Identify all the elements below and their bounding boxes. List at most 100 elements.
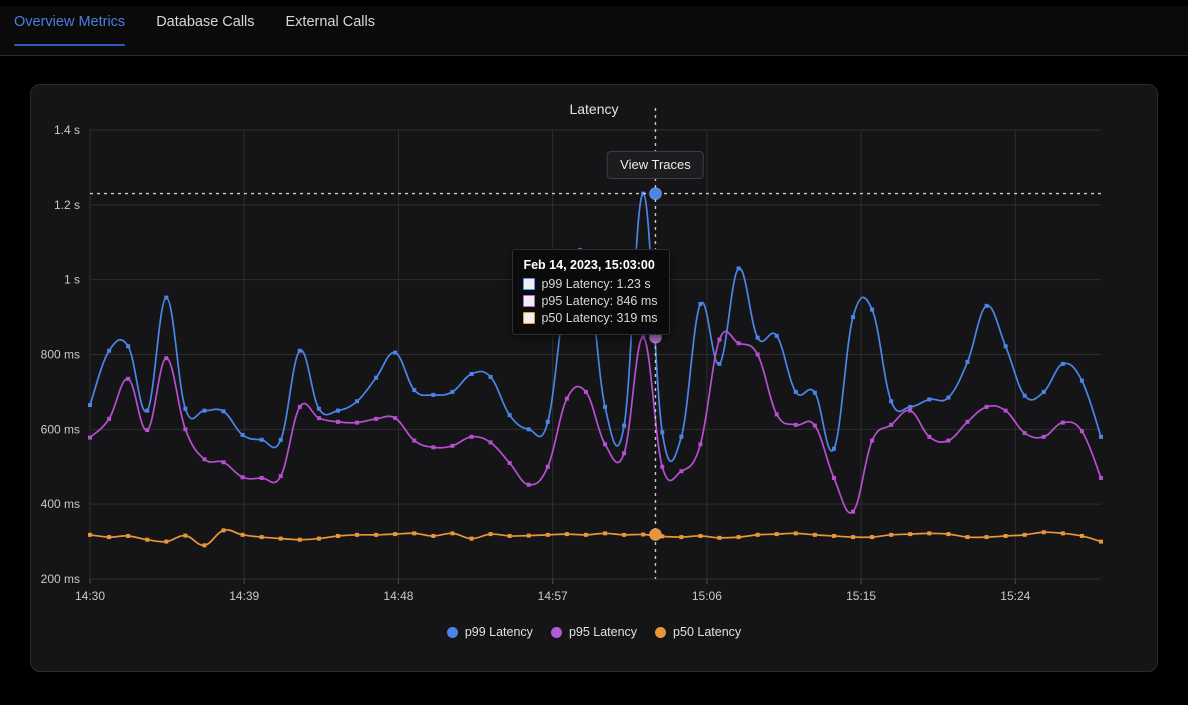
y-axis-tick-label: 600 ms (41, 422, 80, 436)
data-point-marker (412, 531, 417, 536)
legend-color-dot (446, 626, 458, 638)
y-axis-tick-label: 1.2 s (54, 198, 80, 212)
data-point-marker (793, 531, 798, 536)
data-point-marker (851, 315, 856, 320)
data-point-marker (660, 464, 665, 469)
data-point-marker (107, 416, 112, 421)
data-point-marker (259, 437, 264, 442)
latency-line-chart[interactable]: 200 ms 400 ms 600 ms 800 ms 1 s 1.2 s 1.4 s 14:… (31, 85, 1159, 673)
data-point-marker (583, 532, 588, 537)
data-point-marker (374, 416, 379, 421)
data-point-marker (717, 361, 722, 366)
data-point-marker (927, 434, 932, 439)
data-point-marker (965, 535, 970, 540)
data-point-marker (622, 532, 627, 537)
data-point-marker (679, 469, 684, 474)
data-point-marker (1060, 420, 1065, 425)
data-point-marker (107, 348, 112, 353)
data-point-marker (831, 533, 836, 538)
data-point-marker (145, 428, 150, 433)
data-point-marker (736, 266, 741, 271)
highlighted-point-p99[interactable] (648, 187, 662, 201)
data-point-marker (355, 420, 360, 425)
data-point-marker (1041, 434, 1046, 439)
data-point-marker (755, 335, 760, 340)
data-point-marker (908, 404, 913, 409)
legend-color-dot (655, 626, 667, 638)
tab-database-calls[interactable]: Database Calls (156, 6, 254, 46)
legend-item-label: p50 Latency (673, 625, 742, 639)
series-p50 (88, 528, 1103, 548)
legend-item-p95[interactable]: p95 Latency (550, 625, 637, 639)
data-point-marker (698, 301, 703, 306)
data-point-marker (946, 395, 951, 400)
data-point-marker (164, 295, 169, 300)
data-point-marker (908, 532, 913, 537)
data-point-marker (221, 528, 226, 533)
data-point-marker (1079, 533, 1084, 538)
view-traces-button[interactable]: View Traces (607, 150, 704, 179)
data-point-marker (564, 532, 569, 537)
data-point-marker (946, 532, 951, 537)
highlighted-point-p95[interactable] (648, 330, 662, 344)
app-root: Overview Metrics Database Calls External C… (0, 0, 1188, 705)
data-point-marker (431, 445, 436, 450)
data-point-marker (965, 419, 970, 424)
data-point-marker (1099, 434, 1103, 439)
tab-external-calls[interactable]: External Calls (286, 6, 375, 46)
data-point-marker (603, 404, 608, 409)
data-point-marker (316, 406, 321, 411)
data-point-marker (1041, 389, 1046, 394)
x-axis-tick-label: 14:39 (229, 589, 259, 603)
data-point-marker (183, 533, 188, 538)
data-point-marker (145, 537, 150, 542)
series-p99 (88, 191, 1103, 462)
data-point-marker (526, 482, 531, 487)
data-point-marker (583, 256, 588, 261)
data-point-marker (736, 341, 741, 346)
data-point-marker (1003, 344, 1008, 349)
data-point-marker (1003, 533, 1008, 538)
y-axis-tick-label: 1.4 s (54, 123, 80, 137)
data-point-marker (297, 404, 302, 409)
data-point-marker (927, 531, 932, 536)
data-point-marker (812, 532, 817, 537)
data-point-marker (240, 475, 245, 480)
data-point-marker (1060, 531, 1065, 536)
data-point-marker (393, 532, 398, 537)
data-point-marker (545, 419, 550, 424)
data-point-marker (431, 533, 436, 538)
data-point-marker (507, 413, 512, 418)
data-point-marker (431, 392, 436, 397)
x-axis-tick-label: 14:30 (75, 589, 105, 603)
data-point-marker (374, 532, 379, 537)
data-point-marker (278, 536, 283, 541)
data-point-marker (831, 446, 836, 451)
data-point-marker (1079, 378, 1084, 383)
data-point-marker (488, 532, 493, 537)
tab-overview-metrics[interactable]: Overview Metrics (14, 6, 126, 46)
legend-item-p50[interactable]: p50 Latency (655, 625, 741, 639)
data-point-marker (107, 535, 112, 540)
data-point-marker (603, 531, 608, 536)
data-point-marker (450, 531, 455, 536)
data-point-marker (1060, 361, 1065, 366)
data-point-marker (412, 388, 417, 393)
data-point-marker (126, 344, 131, 349)
data-point-marker (469, 371, 474, 376)
data-point-marker (1022, 393, 1027, 398)
data-point-marker (1041, 530, 1046, 535)
data-point-marker (450, 389, 455, 394)
plot-area: 200 ms 400 ms 600 ms 800 ms 1 s 1.2 s 1.4 s 14:… (31, 85, 1159, 673)
data-point-marker (145, 408, 150, 413)
data-point-marker (984, 535, 989, 540)
data-point-marker (1079, 429, 1084, 434)
legend-item-p99[interactable]: p99 Latency (446, 625, 533, 639)
data-point-marker (278, 474, 283, 479)
data-point-marker (259, 535, 264, 540)
data-point-marker (488, 440, 493, 445)
data-point-marker (164, 539, 169, 544)
x-axis-tick-label: 15:15 (846, 589, 876, 603)
data-point-marker (908, 408, 913, 413)
highlighted-point-p50[interactable] (648, 527, 662, 541)
